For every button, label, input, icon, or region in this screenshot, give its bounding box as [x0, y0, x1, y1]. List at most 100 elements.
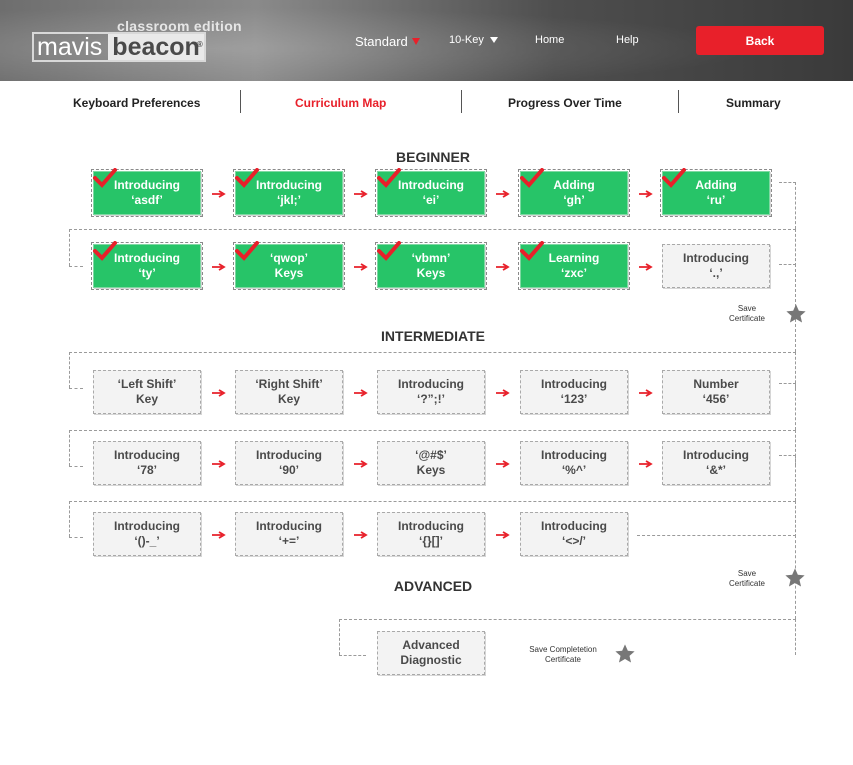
lesson-tile[interactable]: Advanced Diagnostic: [377, 631, 485, 675]
help-link[interactable]: Help: [616, 34, 639, 46]
star-icon[interactable]: [785, 303, 807, 325]
logo-mavis-text: mavis: [37, 33, 103, 61]
lesson-label: ‘Right Shift’ Key: [255, 377, 323, 406]
lesson-tile[interactable]: Introducing ‘<>/’: [520, 512, 628, 556]
chevron-down-icon: [489, 37, 498, 43]
lesson-tile[interactable]: ‘qwop’ Keys: [233, 241, 345, 290]
arrow-right-icon: [212, 531, 226, 539]
logo-beacon-text: beacon ®: [108, 34, 204, 60]
lesson-tile[interactable]: Introducing ‘90’: [235, 441, 343, 485]
flow-connector: [779, 455, 796, 501]
arrow-right-icon: [212, 389, 226, 397]
lesson-label: Introducing ‘78’: [114, 448, 180, 477]
checkmark-icon: [93, 241, 117, 261]
arrow-right-icon: [496, 460, 510, 468]
arrow-right-icon: [496, 389, 510, 397]
tab-divider: [461, 90, 462, 113]
star-icon[interactable]: [614, 643, 636, 665]
lesson-tile[interactable]: Adding ‘ru’: [660, 168, 772, 217]
lesson-label: Introducing ‘%^’: [541, 448, 607, 477]
section-title-advanced: ADVANCED: [393, 578, 473, 594]
lesson-tile[interactable]: Introducing ‘123’: [520, 370, 628, 414]
arrow-right-icon: [496, 263, 510, 271]
lesson-tile[interactable]: Introducing ‘asdf’: [91, 168, 203, 217]
back-button[interactable]: Back: [696, 26, 824, 55]
lesson-label: Introducing ‘()-_’: [114, 519, 180, 548]
flow-connector: [339, 655, 366, 656]
lesson-tile[interactable]: Introducing ‘()-_’: [93, 512, 201, 556]
arrow-right-icon: [212, 190, 226, 198]
lesson-tile[interactable]: ‘Left Shift’ Key: [93, 370, 201, 414]
lesson-tile[interactable]: Introducing ‘ei’: [375, 168, 487, 217]
certificate-label: Save Completetion Certificate: [529, 645, 597, 664]
checkmark-icon: [235, 168, 259, 188]
lesson-label: ‘vbmn’ Keys: [411, 251, 451, 280]
section-title-intermediate: INTERMEDIATE: [381, 328, 485, 344]
lesson-tile[interactable]: ‘@#$’ Keys: [377, 441, 485, 485]
lesson-label: ‘Left Shift’ Key: [117, 377, 177, 406]
checkmark-icon: [662, 168, 686, 188]
lesson-label: Introducing ‘123’: [541, 377, 607, 406]
lesson-label: Introducing ‘+=’: [256, 519, 322, 548]
keypad-dropdown[interactable]: 10-Key: [449, 34, 498, 46]
arrow-right-icon: [639, 460, 653, 468]
checkmark-icon: [520, 168, 544, 188]
tab-summary[interactable]: Summary: [726, 96, 781, 110]
tab-curriculum-map[interactable]: Curriculum Map: [295, 96, 386, 110]
star-icon[interactable]: [784, 567, 806, 589]
flow-connector: [69, 466, 83, 467]
lesson-label: Adding ‘ru’: [695, 178, 737, 207]
arrow-right-icon: [212, 263, 226, 271]
arrow-right-icon: [496, 531, 510, 539]
lesson-tile[interactable]: Introducing ‘{}[]’: [377, 512, 485, 556]
arrow-right-icon: [354, 389, 368, 397]
arrow-right-icon: [354, 460, 368, 468]
lesson-tile[interactable]: Introducing ‘.,’: [662, 244, 770, 288]
tab-divider: [240, 90, 241, 113]
lesson-tile[interactable]: Learning ‘zxc’: [518, 241, 630, 290]
lesson-label: Introducing ‘90’: [256, 448, 322, 477]
lesson-label: Introducing ‘ty’: [114, 251, 180, 280]
lesson-label: Introducing ‘{}[]’: [398, 519, 464, 548]
arrow-right-icon: [496, 190, 510, 198]
tab-divider: [678, 90, 679, 113]
arrow-right-icon: [639, 190, 653, 198]
lesson-tile[interactable]: Number ‘456’: [662, 370, 770, 414]
lesson-label: ‘qwop’ Keys: [270, 251, 308, 280]
flow-connector: [69, 388, 83, 389]
arrow-right-icon: [354, 263, 368, 271]
lesson-label: Introducing ‘ei’: [398, 178, 464, 207]
app-header: classroom edition mavis beacon ® Standard…: [0, 0, 853, 81]
lesson-tile[interactable]: Adding ‘gh’: [518, 168, 630, 217]
lesson-tile[interactable]: ‘vbmn’ Keys: [375, 241, 487, 290]
lesson-tile[interactable]: Introducing ‘%^’: [520, 441, 628, 485]
arrow-right-icon: [639, 263, 653, 271]
registered-mark: ®: [196, 40, 203, 49]
lesson-label: Advanced Diagnostic: [400, 638, 462, 667]
lesson-tile[interactable]: Introducing ‘jkl;’: [233, 168, 345, 217]
tab-keyboard-preferences[interactable]: Keyboard Preferences: [73, 96, 200, 110]
certificate-label: Save Certificate: [728, 569, 765, 588]
flow-connector: [779, 383, 796, 430]
app-logo: mavis beacon ®: [32, 32, 206, 62]
save-certificate-intermediate[interactable]: Save Certificate: [716, 569, 778, 589]
keyboard-layout-value: Standard: [355, 34, 408, 49]
lesson-tile[interactable]: ‘Right Shift’ Key: [235, 370, 343, 414]
flow-connector: [69, 537, 83, 538]
lesson-label: Number ‘456’: [693, 377, 739, 406]
lesson-tile[interactable]: Introducing ‘78’: [93, 441, 201, 485]
lesson-tile[interactable]: Introducing ‘&*’: [662, 441, 770, 485]
lesson-tile[interactable]: Introducing ‘?”;!’: [377, 370, 485, 414]
save-completion-certificate[interactable]: Save Completetion Certificate: [518, 645, 608, 665]
home-link[interactable]: Home: [535, 34, 564, 46]
logo-beacon-word: beacon: [112, 33, 200, 61]
flow-connector: [779, 182, 796, 229]
tab-progress-over-time[interactable]: Progress Over Time: [508, 96, 622, 110]
keyboard-layout-dropdown[interactable]: Standard: [355, 34, 420, 49]
lesson-label: Introducing ‘<>/’: [541, 519, 607, 548]
arrow-right-icon: [212, 460, 226, 468]
save-certificate-beginner[interactable]: Save Certificate: [716, 304, 778, 324]
lesson-label: Introducing ‘jkl;’: [256, 178, 322, 207]
lesson-tile[interactable]: Introducing ‘+=’: [235, 512, 343, 556]
lesson-tile[interactable]: Introducing ‘ty’: [91, 241, 203, 290]
